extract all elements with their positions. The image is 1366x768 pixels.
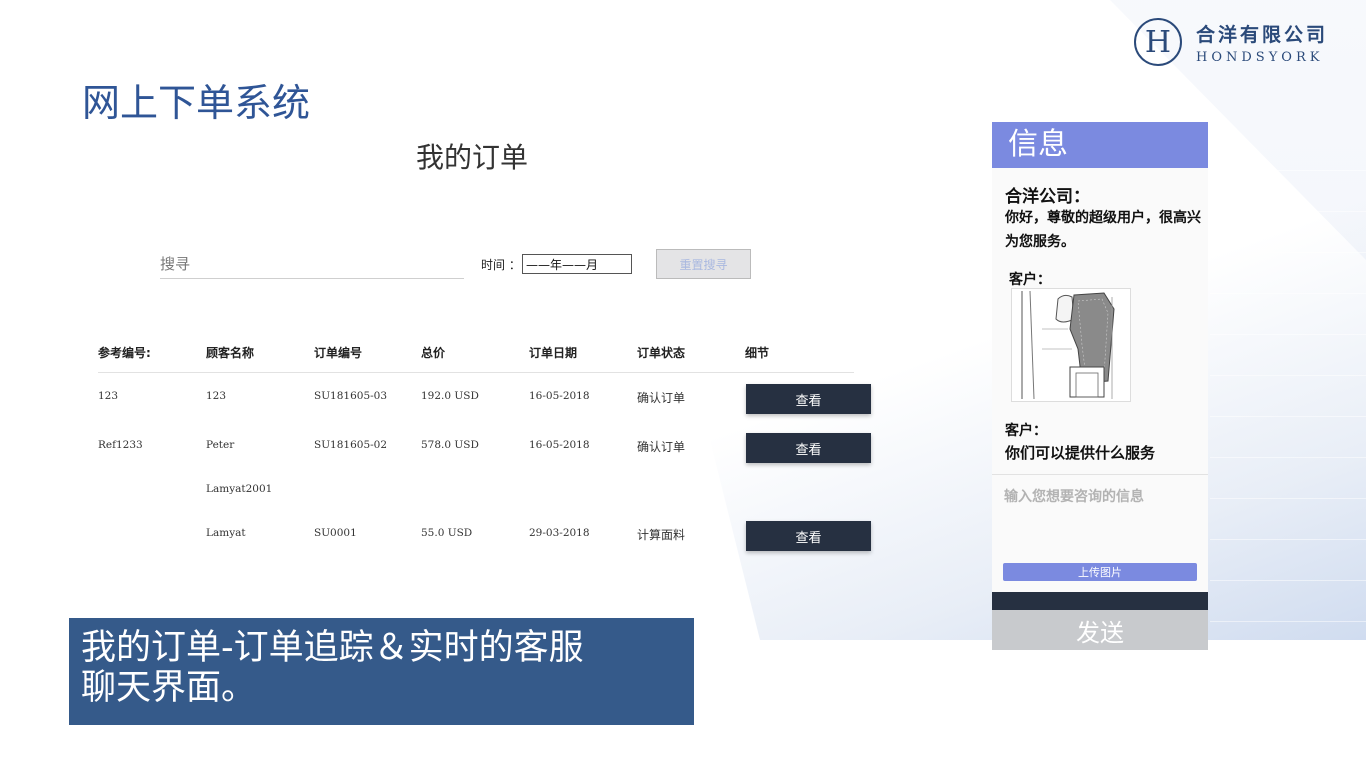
cell-customer: Lamyat xyxy=(206,527,246,539)
chat-sender-customer: 客户： xyxy=(1005,423,1047,439)
orders-heading: 我的订单 xyxy=(416,141,529,174)
cell-customer: Lamyat2001 xyxy=(206,483,273,495)
cell-order-no: SU181605-02 xyxy=(314,439,388,451)
column-header-customer: 顾客名称 xyxy=(206,346,255,360)
table-header: 参考编号: 顾客名称 订单编号 总价 订单日期 订单状态 细节 xyxy=(98,338,854,373)
cell-customer: Peter xyxy=(206,439,235,451)
column-header-order-no: 订单编号 xyxy=(314,346,363,360)
chat-image-attachment[interactable] xyxy=(1011,288,1131,402)
upload-image-button[interactable]: 上传图片 xyxy=(1003,563,1197,581)
view-order-button[interactable]: 查看 xyxy=(746,521,871,551)
cell-total: 55.0 USD xyxy=(421,527,473,539)
column-header-details: 细节 xyxy=(745,346,770,360)
cell-customer: 123 xyxy=(206,390,227,402)
chat-sender-customer: 客户： xyxy=(1009,272,1051,288)
view-order-button[interactable]: 查看 xyxy=(746,433,871,463)
background-stripes xyxy=(1210,130,1366,630)
caption-line-2: 聊天界面。 xyxy=(81,668,257,708)
reset-search-button[interactable]: 重置搜寻 xyxy=(656,249,751,279)
cell-date: 29-03-2018 xyxy=(529,527,590,539)
date-picker-input[interactable] xyxy=(522,254,632,274)
view-order-button[interactable]: 查看 xyxy=(746,384,871,414)
search-input[interactable] xyxy=(160,250,464,279)
column-header-status: 订单状态 xyxy=(637,346,686,360)
chat-message-question: 你们可以提供什么服务 xyxy=(1005,444,1156,462)
cell-status: 确认订单 xyxy=(637,440,686,454)
cell-date: 16-05-2018 xyxy=(529,439,590,451)
time-label: 时间 ： xyxy=(481,258,521,272)
page-title: 网上下单系统 xyxy=(82,81,311,125)
caption-line-1: 我的订单-订单追踪＆实时的客服 xyxy=(81,628,584,668)
chat-sender-company: 合洋公司： xyxy=(1005,187,1090,207)
chat-panel: 信息 合洋公司： 你好，尊敬的超级用户，很高兴为您服务。 客户： 客户： 你们可… xyxy=(992,122,1208,650)
cell-status: 计算面料 xyxy=(637,528,686,542)
brand-name-en: HONDSYORK xyxy=(1196,49,1324,65)
cell-ref: 123 xyxy=(98,390,119,402)
cell-total: 192.0 USD xyxy=(421,390,479,402)
cell-order-no: SU181605-03 xyxy=(314,390,388,402)
cell-status: 确认订单 xyxy=(637,391,686,405)
column-header-total: 总价 xyxy=(421,346,446,360)
brand-name-cn: 合洋有限公司 xyxy=(1196,23,1329,46)
cell-ref: Ref1233 xyxy=(98,439,143,451)
slide-caption: 我的订单-订单追踪＆实时的客服 聊天界面。 xyxy=(69,618,694,725)
chat-message-input[interactable] xyxy=(1004,486,1200,546)
column-header-date: 订单日期 xyxy=(529,346,578,360)
cell-order-no: SU0001 xyxy=(314,527,357,539)
brand-logo: H 合洋有限公司 HONDSYORK xyxy=(1134,18,1328,66)
column-header-ref: 参考编号: xyxy=(98,346,151,360)
orders-table: 参考编号: 顾客名称 订单编号 总价 订单日期 订单状态 细节 123 123 … xyxy=(98,338,871,551)
chat-message-greeting: 你好，尊敬的超级用户，很高兴为您服务。 xyxy=(1005,210,1201,250)
send-button[interactable]: 发送 xyxy=(992,610,1208,650)
logo-emblem-icon: H xyxy=(1134,18,1182,66)
chat-header: 信息 xyxy=(992,122,1208,168)
cell-date: 16-05-2018 xyxy=(529,390,590,402)
logo-text: 合洋有限公司 HONDSYORK xyxy=(1196,20,1328,65)
sketch-image xyxy=(1021,290,1115,400)
chat-divider xyxy=(992,474,1208,475)
cell-total: 578.0 USD xyxy=(421,439,479,451)
chat-toolbar-bar xyxy=(992,592,1208,610)
